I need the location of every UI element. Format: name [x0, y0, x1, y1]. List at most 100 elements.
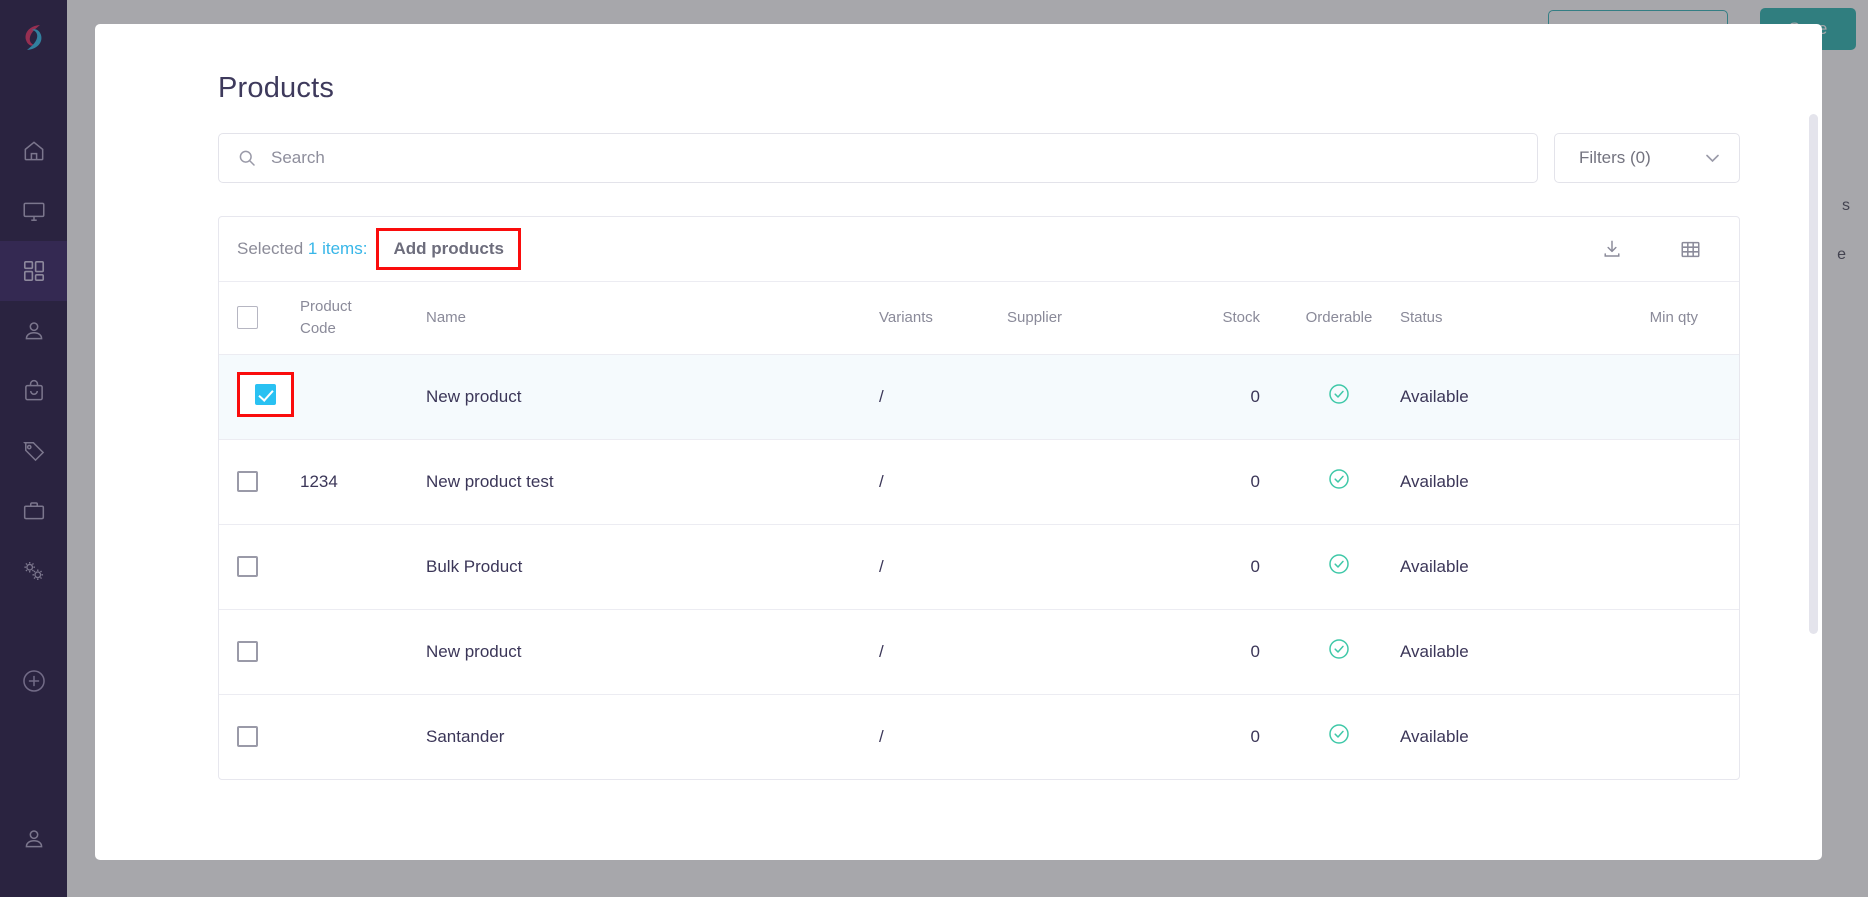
cell-variants: / — [873, 354, 995, 440]
cell-variants: / — [879, 726, 884, 746]
search-icon — [239, 150, 255, 166]
cell-stock: 0 — [1178, 524, 1278, 610]
cell-qty-steps: 1 — [1720, 694, 1739, 779]
row-checkbox[interactable] — [255, 383, 276, 405]
products-table: Product Code Name Variants Supplier Stoc… — [219, 282, 1739, 779]
download-icon — [1604, 240, 1620, 257]
row-checkbox[interactable] — [237, 556, 258, 577]
column-header-min-qty[interactable]: Min qty — [1600, 282, 1720, 355]
row-select-cell[interactable] — [219, 439, 296, 525]
cell-name: Bulk Product — [408, 524, 873, 610]
table-header-row: Product Code Name Variants Supplier Stoc… — [219, 282, 1739, 355]
cell-supplier — [995, 524, 1178, 610]
select-all-checkbox[interactable] — [237, 306, 258, 330]
toolbar-actions — [1599, 236, 1703, 262]
application-root: Save s e Products Filters (0) — [0, 0, 1868, 897]
cell-name: New product — [408, 609, 873, 695]
column-header-supplier[interactable]: Supplier — [995, 282, 1178, 355]
table-row[interactable]: 1234New product test/ 0 Available 1 — [219, 439, 1739, 525]
cell-supplier — [995, 609, 1178, 695]
table-row[interactable]: Santander / 0 Available 1 — [219, 694, 1739, 779]
cell-product-code: 1234 — [296, 439, 408, 525]
selection-prefix: Selected — [237, 239, 304, 258]
table-grid-icon — [1680, 241, 1700, 257]
row-select-cell[interactable] — [219, 694, 296, 779]
column-header-stock[interactable]: Stock — [1178, 282, 1278, 355]
row-select-cell[interactable] — [219, 354, 296, 440]
column-header-status[interactable]: Status — [1400, 282, 1600, 355]
products-modal: Products Filters (0) — [95, 24, 1822, 860]
cell-variants: / — [873, 524, 995, 610]
cell-min-qty — [1600, 524, 1720, 610]
cell-status: Available — [1400, 439, 1600, 525]
cell-product-code — [296, 524, 408, 610]
cell-status: Available — [1400, 524, 1600, 610]
filters-button[interactable]: Filters (0) — [1554, 133, 1740, 183]
table-row[interactable]: New product/ 0 Available 1 — [219, 354, 1739, 440]
filters-label: Filters (0) — [1579, 148, 1651, 167]
row-checkbox[interactable] — [237, 726, 258, 748]
cell-min-qty — [1600, 354, 1720, 440]
row-checkbox-highlight — [237, 371, 294, 417]
column-header-name[interactable]: Name — [408, 282, 873, 355]
page-title: Products — [218, 72, 335, 104]
cell-stock: 0 — [1178, 354, 1278, 440]
cell-status: Available — [1400, 609, 1600, 695]
column-header-product-code-line1: Product — [300, 298, 352, 315]
search-row: Filters (0) — [218, 133, 1792, 183]
cell-orderable — [1278, 609, 1400, 695]
cell-min-qty — [1600, 439, 1720, 525]
table-header: Product Code Name Variants Supplier Stoc… — [219, 282, 1739, 355]
table-body: New product/0Available11234New product t… — [219, 354, 1739, 779]
cell-qty-steps: 1 — [1720, 609, 1739, 695]
column-header-orderable[interactable]: Orderable — [1278, 282, 1400, 355]
modal-scroll-area: Products Filters (0) — [95, 24, 1822, 860]
cell-supplier — [995, 354, 1178, 440]
cell-min-qty — [1600, 694, 1720, 779]
cell-min-qty — [1600, 609, 1720, 695]
selection-count: 1 items: — [307, 239, 368, 258]
cell-variants: / — [873, 439, 995, 525]
cell-variants: / — [873, 609, 995, 695]
cell-qty-steps: 1 — [1720, 524, 1739, 610]
cell-stock: 0 — [1178, 439, 1278, 525]
cell-status: Available — [1400, 726, 1469, 746]
column-header-product-code[interactable]: Product Code — [296, 282, 408, 355]
add-products-button[interactable]: Add products — [376, 228, 521, 270]
column-header-variants[interactable]: Variants — [873, 282, 995, 355]
cell-name: Santander — [426, 726, 505, 746]
check-circle-icon — [1329, 554, 1349, 574]
chevron-down-icon — [1706, 154, 1719, 162]
check-circle-icon — [1329, 384, 1349, 404]
row-select-cell[interactable] — [219, 609, 296, 695]
cell-stock: 0 — [1250, 726, 1260, 746]
cell-name: New product — [408, 354, 873, 440]
selection-toolbar: Selected 1 items: Add products — [219, 217, 1739, 282]
cell-qty-steps: 1 — [1720, 439, 1739, 525]
search-field[interactable] — [218, 133, 1538, 183]
table-row[interactable]: New product/ 0 Available 1 — [219, 609, 1739, 695]
export-button[interactable] — [1599, 236, 1625, 262]
check-circle-icon — [1329, 724, 1349, 744]
cell-name: New product test — [408, 439, 873, 525]
cell-orderable — [1278, 439, 1400, 525]
row-checkbox[interactable] — [237, 471, 258, 492]
cell-product-code — [296, 609, 408, 695]
search-input[interactable] — [271, 148, 1519, 168]
row-select-cell[interactable] — [219, 524, 296, 610]
products-table-card: Selected 1 items: Add products Product C… — [218, 216, 1740, 780]
cell-orderable — [1278, 524, 1400, 610]
table-row[interactable]: Bulk Product/ 0 Available 1 — [219, 524, 1739, 610]
column-settings-button[interactable] — [1677, 236, 1703, 262]
cell-orderable — [1278, 694, 1400, 779]
cell-product-code — [296, 354, 408, 440]
cell-supplier — [995, 694, 1178, 779]
column-header-qty-steps[interactable]: Qty steps — [1720, 282, 1739, 355]
modal-scrollbar[interactable] — [1809, 114, 1818, 634]
select-all-header — [219, 282, 296, 355]
row-checkbox[interactable] — [237, 641, 258, 662]
cell-qty-steps: 1 — [1720, 354, 1739, 440]
cell-stock: 0 — [1178, 609, 1278, 695]
check-circle-icon — [1329, 469, 1349, 489]
cell-product-code — [296, 694, 408, 779]
